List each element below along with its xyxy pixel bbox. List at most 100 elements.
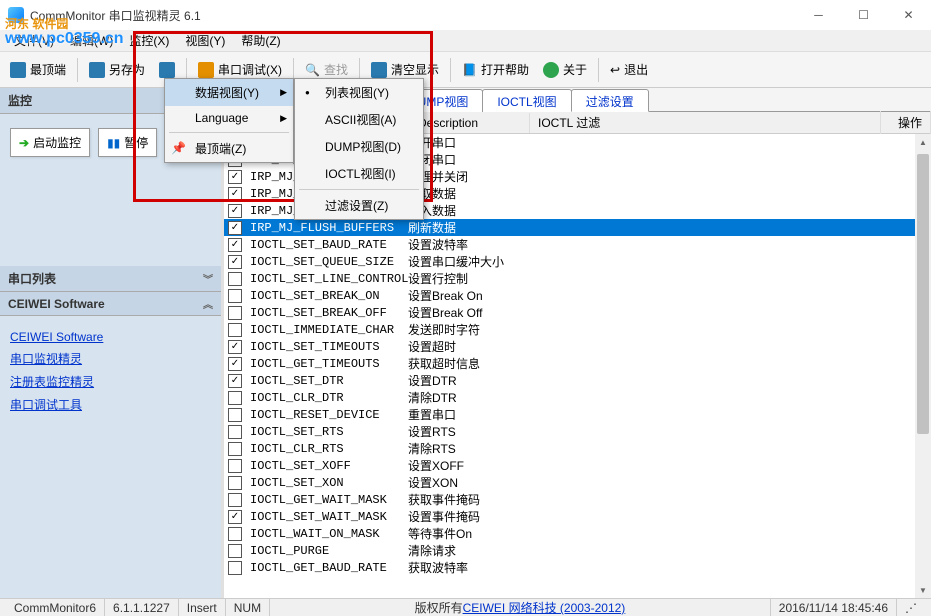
table-row[interactable]: ✓IOCTL_SET_DTR设置DTR [224,372,931,389]
row-checkbox[interactable] [228,544,242,558]
tab-ioctl[interactable]: IOCTL视图 [482,89,571,112]
table-row[interactable]: IOCTL_PURGE清除请求 [224,542,931,559]
table-row[interactable]: IOCTL_SET_LINE_CONTROL设置行控制 [224,270,931,287]
row-checkbox[interactable]: ✓ [228,374,242,388]
statusbar: CommMonitor6 6.1.1.1227 Insert NUM 版权所有 … [0,598,931,616]
menu-language[interactable]: Language▶ [165,106,293,130]
toolbar-about[interactable]: 关于 [537,57,593,82]
tab-filter[interactable]: 过滤设置 [571,89,649,112]
table-row[interactable]: IOCTL_SET_BREAK_OFF设置Break Off [224,304,931,321]
row-checkbox[interactable]: ✓ [228,357,242,371]
table-row[interactable]: IOCTL_SET_XON设置XON [224,474,931,491]
start-monitor-button[interactable]: ➔启动监控 [10,128,90,157]
status-num: NUM [226,599,270,616]
copyright-prefix: 版权所有 [415,599,463,616]
status-resize-grip-icon[interactable]: ⋰ [897,599,925,616]
table-row[interactable]: IOCTL_RESET_DEVICE重置串口 [224,406,931,423]
sidebar-link-ceiwei[interactable]: CEIWEI Software [10,330,211,344]
row-checkbox[interactable]: ✓ [228,187,242,201]
table-row[interactable]: IOCTL_GET_WAIT_MASK获取事件掩码 [224,491,931,508]
submenu-list-view[interactable]: ●列表视图(Y) [295,79,423,106]
table-row[interactable]: ✓IOCTL_SET_WAIT_MASK设置事件掩码 [224,508,931,525]
row-checkbox[interactable] [228,442,242,456]
row-name: IOCTL_SET_RTS [250,425,408,439]
row-checkbox[interactable] [228,425,242,439]
table-row[interactable]: ✓IRP_MJ_FLUSH_BUFFERS刷新数据 [224,219,931,236]
row-checkbox[interactable]: ✓ [228,170,242,184]
scroll-thumb[interactable] [917,154,929,434]
col-op[interactable]: 操作 [881,111,931,134]
table-row[interactable]: IOCTL_SET_RTS设置RTS [224,423,931,440]
submenu-ioctl-view[interactable]: IOCTL视图(I) [295,160,423,187]
col-desc[interactable]: Description [410,113,530,133]
menu-topmost[interactable]: 📌最顶端(Z) [165,135,293,162]
row-checkbox[interactable] [228,323,242,337]
scroll-down-icon[interactable]: ▼ [915,582,931,598]
minimize-button[interactable]: ─ [796,0,841,30]
status-version: 6.1.1.1227 [105,599,179,616]
menu-data-view[interactable]: 数据视图(Y)▶ [165,79,293,106]
submenu-ascii-view[interactable]: ASCII视图(A) [295,106,423,133]
toolbar: 最顶端 另存为 串口调试(X) 🔍查找 清空显示 📘打开帮助 关于 ↩退出 [0,52,931,88]
table-row[interactable]: IOCTL_CLR_RTS清除RTS [224,440,931,457]
pause-monitor-button[interactable]: ▮▮暂停 [98,128,157,157]
submenu-dump-view[interactable]: DUMP视图(D) [295,133,423,160]
table-row[interactable]: ✓IOCTL_SET_TIMEOUTS设置超时 [224,338,931,355]
row-checkbox[interactable] [228,408,242,422]
table-row[interactable]: ✓IOCTL_SET_QUEUE_SIZE设置串口缓冲大小 [224,253,931,270]
row-checkbox[interactable] [228,476,242,490]
context-submenu-dataview: ●列表视图(Y) ASCII视图(A) DUMP视图(D) IOCTL视图(I)… [294,78,424,220]
row-desc: 设置超时 [408,338,456,355]
sidebar-link-serial-monitor[interactable]: 串口监视精灵 [10,350,211,367]
status-insert: Insert [179,599,226,616]
close-button[interactable]: ✕ [886,0,931,30]
row-checkbox[interactable] [228,493,242,507]
menu-view[interactable]: 视图(Y) [177,29,233,52]
row-checkbox[interactable] [228,561,242,575]
toolbar-exit[interactable]: ↩退出 [604,57,654,82]
row-checkbox[interactable] [228,527,242,541]
toolbar-topmost[interactable]: 最顶端 [4,57,72,82]
row-checkbox[interactable] [228,306,242,320]
row-checkbox[interactable] [228,459,242,473]
menu-monitor[interactable]: 监控(X) [121,29,177,52]
maximize-button[interactable]: ☐ [841,0,886,30]
row-checkbox[interactable]: ✓ [228,255,242,269]
toolbar-saveas[interactable]: 另存为 [83,57,151,82]
copyright-link[interactable]: CEIWEI 网络科技 (2003-2012) [463,599,626,616]
menu-edit[interactable]: 编辑(W) [62,29,121,52]
scroll-up-icon[interactable]: ▲ [915,134,931,150]
menu-file[interactable]: 文件(V) [6,29,62,52]
row-checkbox[interactable]: ✓ [228,221,242,235]
table-row[interactable]: ✓IOCTL_GET_TIMEOUTS获取超时信息 [224,355,931,372]
row-checkbox[interactable]: ✓ [228,340,242,354]
table-row[interactable]: IOCTL_IMMEDIATE_CHAR发送即时字符 [224,321,931,338]
brand-panel-header[interactable]: CEIWEI Software︽ [0,292,221,316]
row-checkbox[interactable] [228,272,242,286]
sidebar-link-serial-debug[interactable]: 串口调试工具 [10,396,211,413]
row-name: IOCTL_SET_BAUD_RATE [250,238,408,252]
table-row[interactable]: IOCTL_CLR_DTR清除DTR [224,389,931,406]
col-ioctl[interactable]: IOCTL 过滤 [530,111,881,134]
table-row[interactable]: IOCTL_GET_BAUD_RATE获取波特率 [224,559,931,576]
window-title: CommMonitor 串口监视精灵 6.1 [30,7,201,24]
toolbar-help[interactable]: 📘打开帮助 [456,57,535,82]
sidebar-link-registry-monitor[interactable]: 注册表监控精灵 [10,373,211,390]
collapse-icon: ︽ [203,296,213,311]
submenu-filter-settings[interactable]: 过滤设置(Z) [295,192,423,219]
table-row[interactable]: IOCTL_WAIT_ON_MASK等待事件On [224,525,931,542]
floppy-icon [159,62,175,78]
row-checkbox[interactable] [228,289,242,303]
table-row[interactable]: ✓IOCTL_SET_BAUD_RATE设置波特率 [224,236,931,253]
table-row[interactable]: IOCTL_SET_BREAK_ON设置Break On [224,287,931,304]
row-checkbox[interactable] [228,391,242,405]
row-checkbox[interactable]: ✓ [228,204,242,218]
row-desc: 发送即时字符 [408,321,480,338]
row-checkbox[interactable]: ✓ [228,238,242,252]
row-desc: 清除RTS [408,440,456,457]
serial-list-panel-header[interactable]: 串口列表︾ [0,266,221,292]
vertical-scrollbar[interactable]: ▲ ▼ [915,134,931,598]
table-row[interactable]: IOCTL_SET_XOFF设置XOFF [224,457,931,474]
menu-help[interactable]: 帮助(Z) [233,29,288,52]
row-checkbox[interactable]: ✓ [228,510,242,524]
